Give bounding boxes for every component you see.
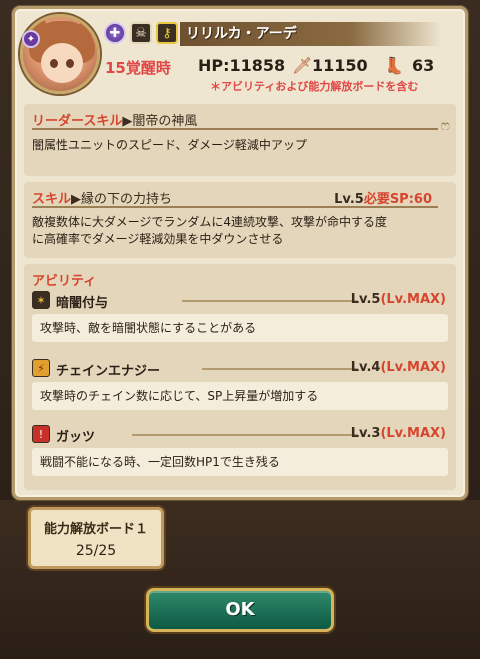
leader-skill-description: 闇属性ユニットのスピード、ダメージ軽減中アップ (32, 138, 307, 152)
rank-badge-icon: ✦ (22, 30, 40, 48)
leader-skill-heading: リーダースキル▶闇帝の神風 (32, 114, 198, 129)
ability-name: 暗闇付与 (56, 296, 109, 311)
ability-level: Lv.4(Lv.MAX) (350, 360, 446, 375)
skill-section: スキル▶縁の下の力持ち Lv.5必要SP:60 敵複数体に大ダメージでランダムに… (24, 182, 456, 258)
divider (32, 206, 438, 208)
ability-board-button[interactable]: 能力解放ボード１ 25/25 (28, 507, 164, 569)
divider (182, 300, 358, 302)
guts-ability-icon: ! (32, 425, 50, 443)
divider (202, 368, 358, 370)
darkness-ability-icon: ✶ (32, 291, 50, 309)
divider (32, 128, 438, 130)
leader-skill-section: リーダースキル▶闇帝の神風 ෆ 闇属性ユニットのスピード、ダメージ軽減中アップ (24, 104, 456, 176)
defense-boot-icon: 👢 (384, 56, 404, 75)
skill-title: スキル (32, 192, 72, 207)
ability-description: 攻撃時、敵を暗闇状態にすることがある (32, 314, 448, 342)
divider (132, 434, 358, 436)
chain-energy-icon: ⚡ (32, 359, 50, 377)
ability-row-2[interactable]: ⚡ チェインエナジー Lv.4(Lv.MAX) (32, 358, 448, 380)
abilities-section: アビリティ ✶ 暗闇付与 Lv.5(Lv.MAX) 攻撃時、敵を暗闇状態にするこ… (24, 264, 456, 490)
leader-skill-title: リーダースキル (32, 114, 123, 129)
skill-level: Lv.5必要SP:60 (334, 192, 432, 207)
dark-element-icon: ✚ (104, 22, 126, 44)
ability-row-3[interactable]: ! ガッツ Lv.3(Lv.MAX) (32, 424, 448, 446)
character-portrait[interactable] (20, 14, 100, 94)
skill-sp-cost: 必要SP:60 (363, 192, 432, 207)
hp-stat: HP:11858 (198, 56, 286, 75)
ability-description: 攻撃時のチェイン数に応じて、SP上昇量が増加する (32, 382, 448, 410)
swirl-ornament-icon: ෆ (440, 118, 450, 134)
key-icon: ⚷ (156, 22, 178, 44)
abilities-title: アビリティ (32, 274, 97, 289)
ability-board-label: 能力解放ボード１ (43, 522, 148, 537)
ok-button[interactable]: OK (146, 588, 334, 632)
defense-stat: 63 (412, 56, 435, 75)
ability-description: 戦闘不能になる時、一定回数HP1で生き残る (32, 448, 448, 476)
skill-name: 縁の下の力持ち (81, 192, 173, 207)
portrait-eye-right (66, 59, 74, 68)
ability-name: チェインエナジー (56, 364, 161, 379)
skull-icon: ☠ (130, 22, 152, 44)
ability-name: ガッツ (56, 430, 96, 445)
attack-sword-icon: 🗡 (292, 56, 313, 75)
stat-note: ＊アビリティおよび能力解放ボードを含む (210, 80, 419, 93)
ability-row-1[interactable]: ✶ 暗闇付与 Lv.5(Lv.MAX) (32, 290, 448, 312)
attack-stat: 11150 (312, 56, 368, 75)
portrait-face (41, 43, 83, 83)
ability-board-progress: 25/25 (75, 543, 117, 559)
ability-level: Lv.3(Lv.MAX) (350, 426, 446, 441)
skill-heading: スキル▶縁の下の力持ち (32, 192, 173, 207)
ability-level: Lv.5(Lv.MAX) (350, 292, 446, 307)
leader-skill-name: 闇帝の神風 (132, 114, 198, 129)
character-name: リリルカ・アーデ (180, 22, 442, 46)
portrait-eye-left (50, 59, 58, 68)
awakening-level: 15覚醒時 (105, 59, 171, 77)
skill-description: 敵複数体に大ダメージでランダムに4連続攻撃、攻撃が命中する度 に高確率でダメージ… (32, 215, 388, 246)
